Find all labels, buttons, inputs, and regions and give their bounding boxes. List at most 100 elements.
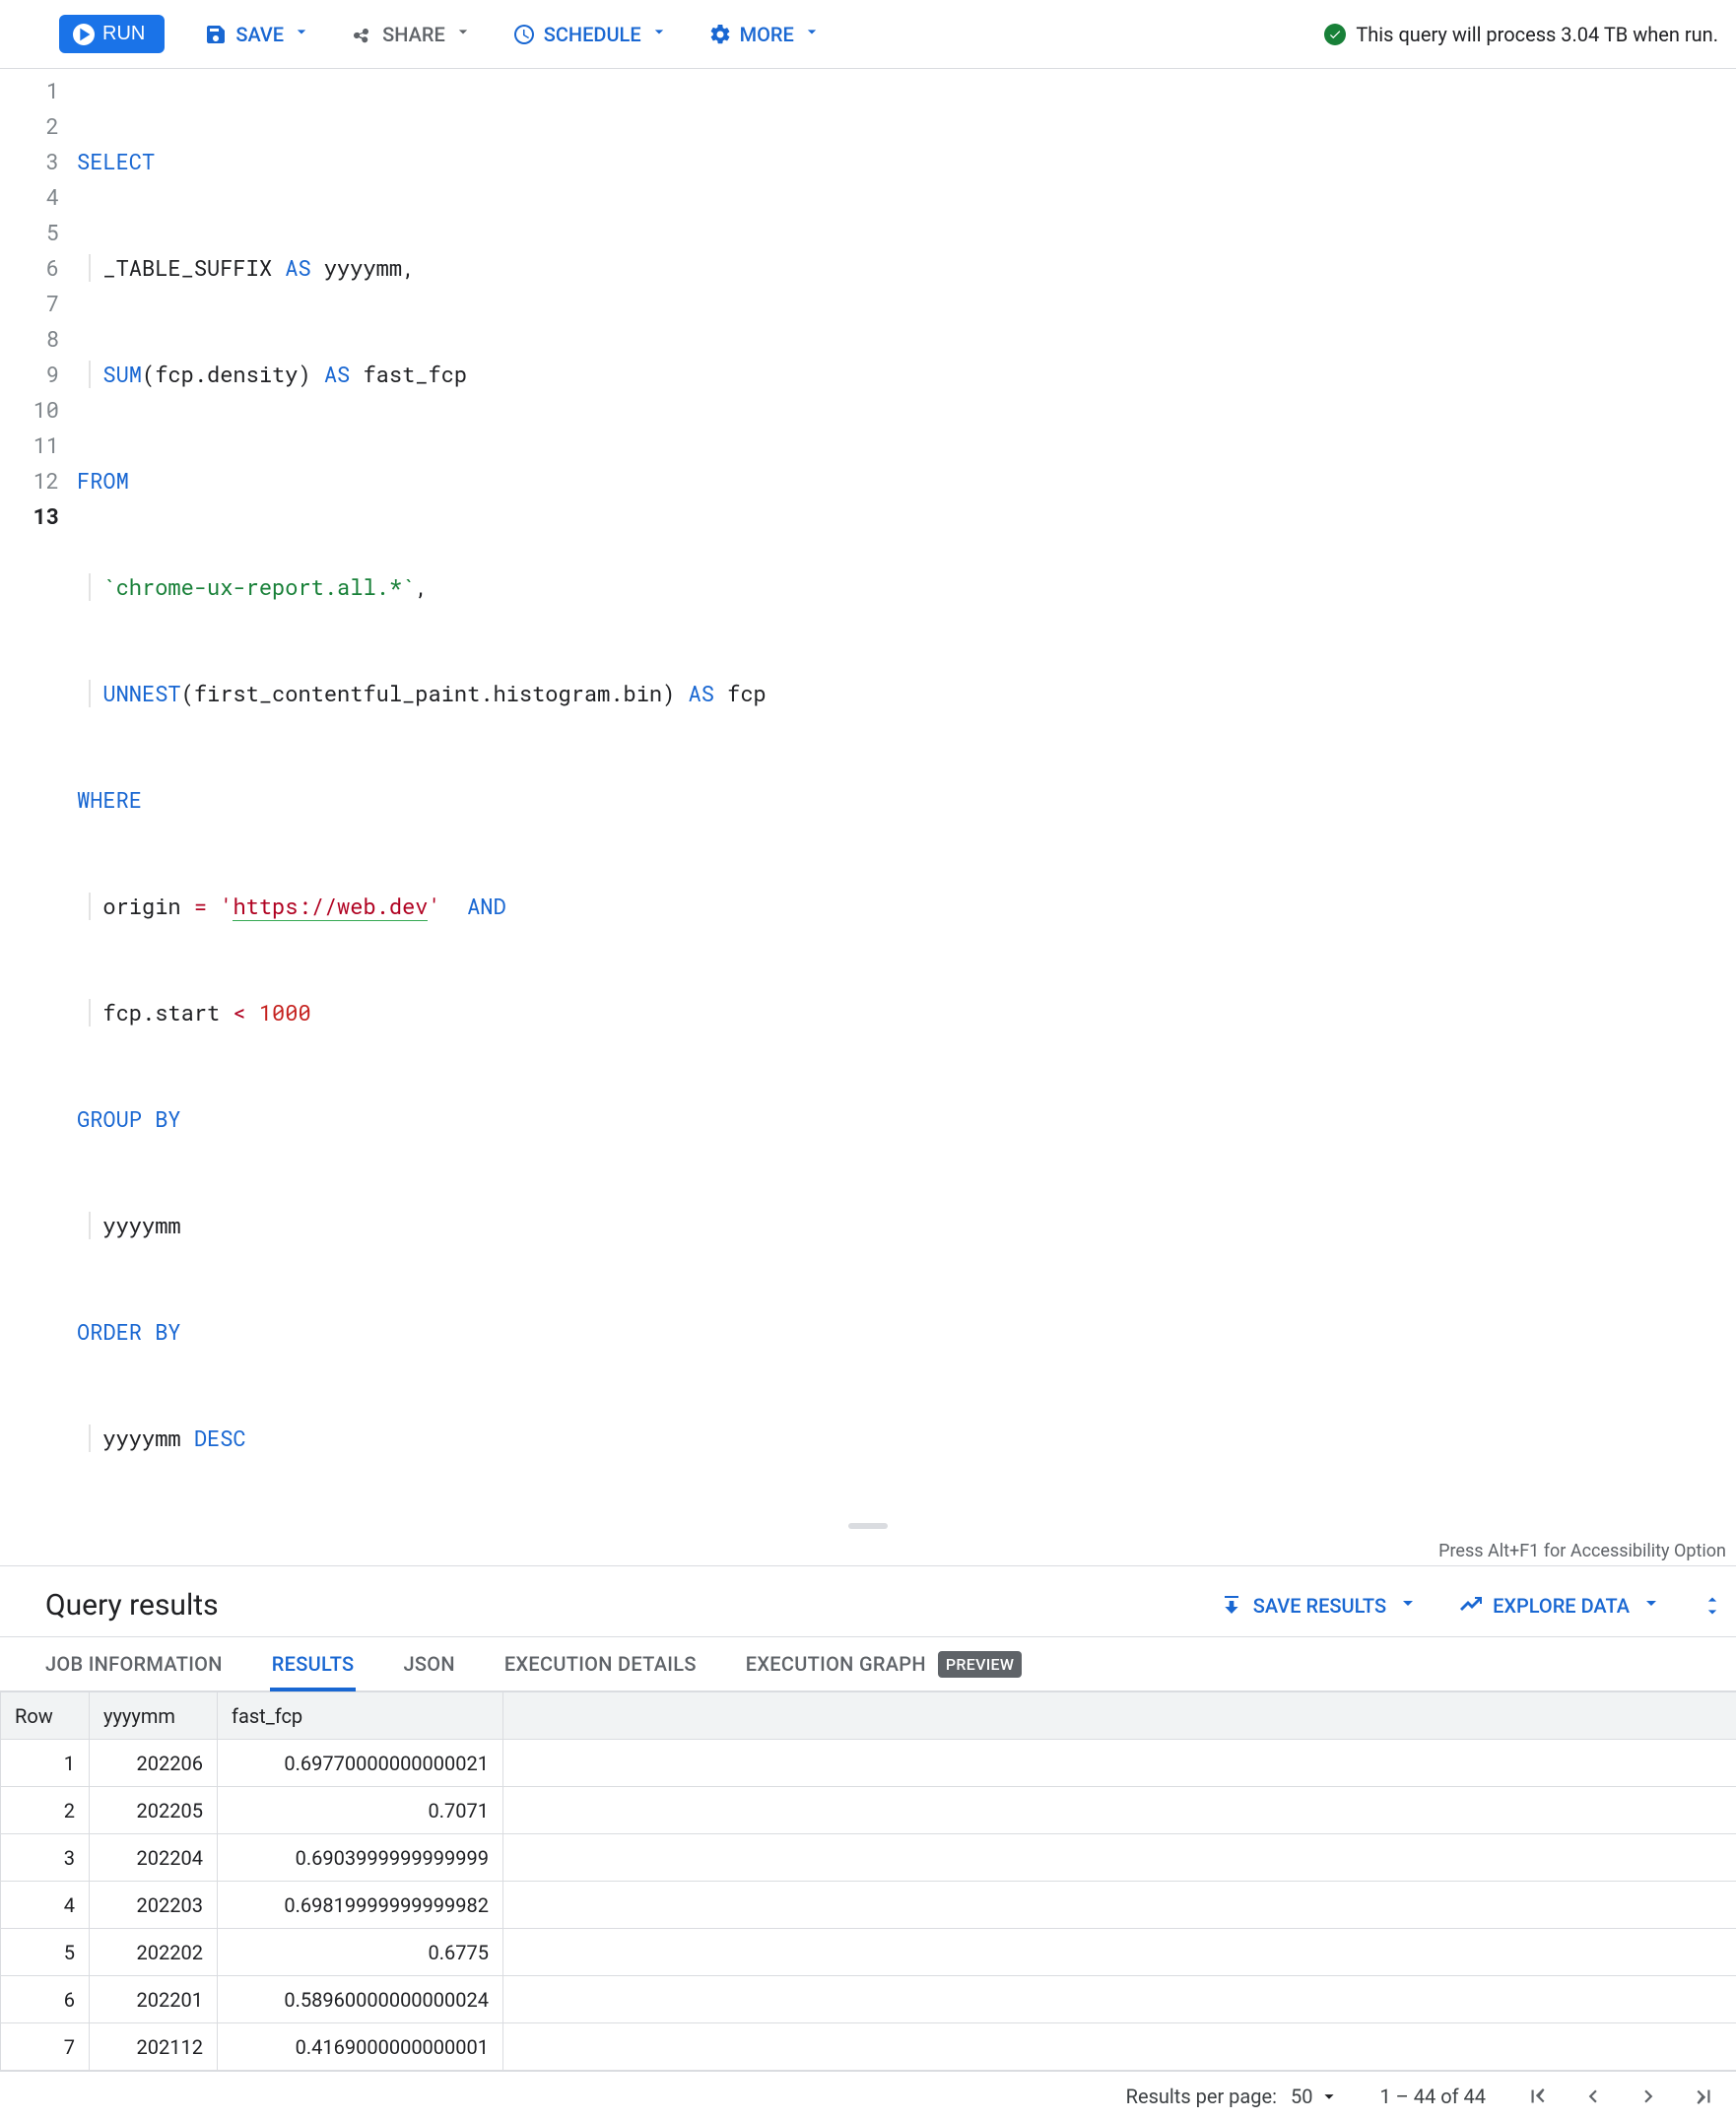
cell-empty (503, 1882, 1736, 1929)
results-actions: SAVE RESULTS EXPLORE DATA (1220, 1591, 1722, 1620)
table-row[interactable]: 62022010.58960000000000024 (1, 1976, 1736, 2023)
line-number: 6 (0, 250, 59, 286)
code-token: origin (102, 892, 193, 920)
sql-editor[interactable]: 12345678910111213 SELECT _TABLE_SUFFIX A… (0, 69, 1736, 1537)
schedule-button-label: SCHEDULE (544, 23, 641, 46)
next-page-icon[interactable] (1636, 2084, 1661, 2109)
tab-json[interactable]: JSON (403, 1637, 454, 1690)
column-header-yyyymm[interactable]: yyyymm (90, 1692, 218, 1740)
run-button[interactable]: RUN (59, 15, 165, 53)
share-button[interactable]: SHARE (351, 22, 473, 46)
prev-page-icon[interactable] (1580, 2084, 1606, 2109)
results-per-page-value: 50 (1291, 2085, 1312, 2108)
column-header-empty (503, 1692, 1736, 1740)
explore-data-label: EXPLORE DATA (1493, 1594, 1630, 1618)
code-token: yyyymm, (311, 253, 416, 282)
chevron-up-icon (1703, 1594, 1722, 1606)
code-token: _TABLE_SUFFIX (102, 253, 285, 282)
share-icon (351, 23, 374, 46)
line-number: 5 (0, 215, 59, 250)
save-button[interactable]: SAVE (204, 22, 311, 46)
clock-icon (512, 23, 536, 46)
cell-row-index: 2 (1, 1787, 90, 1834)
cell-empty (503, 1787, 1736, 1834)
table-row[interactable]: 22022050.7071 (1, 1787, 1736, 1834)
cell-yyyymm: 202112 (90, 2023, 218, 2071)
results-tabs: JOB INFORMATION RESULTS JSON EXECUTION D… (0, 1636, 1736, 1691)
line-number-gutter: 12345678910111213 (0, 73, 77, 1527)
code-token: yyyymm (102, 1424, 193, 1452)
cell-fastfcp: 0.58960000000000024 (218, 1976, 503, 2023)
tab-execution-graph[interactable]: EXECUTION GRAPH PREVIEW (746, 1637, 1023, 1690)
sql-code[interactable]: SELECT _TABLE_SUFFIX AS yyyymm, SUM(fcp.… (77, 73, 1736, 1527)
code-token: FROM (77, 466, 129, 495)
code-token: UNNEST (102, 679, 180, 707)
code-token: SELECT (77, 147, 155, 175)
cell-yyyymm: 202201 (90, 1976, 218, 2023)
line-number: 10 (0, 392, 59, 428)
code-token: AS (285, 253, 310, 282)
results-per-page-select[interactable]: 50 (1291, 2085, 1340, 2108)
results-range: 1 – 44 of 44 (1379, 2085, 1486, 2108)
save-icon (204, 23, 228, 46)
line-number: 2 (0, 108, 59, 144)
tab-results[interactable]: RESULTS (272, 1637, 355, 1690)
query-cost-text: This query will process 3.04 TB when run… (1356, 23, 1718, 46)
expand-collapse-button[interactable] (1703, 1594, 1722, 1618)
cell-row-index: 3 (1, 1834, 90, 1882)
cell-empty (503, 2023, 1736, 2071)
cell-fastfcp: 0.6903999999999999 (218, 1834, 503, 1882)
column-header-row[interactable]: Row (1, 1692, 90, 1740)
code-token: WHERE (77, 785, 142, 814)
line-number: 11 (0, 428, 59, 463)
code-token: ' (428, 892, 440, 920)
code-token: SUM (102, 360, 142, 388)
more-button-label: MORE (740, 23, 794, 46)
cell-empty (503, 1929, 1736, 1976)
save-results-button[interactable]: SAVE RESULTS (1220, 1591, 1420, 1620)
code-token: fcp.start (102, 998, 233, 1027)
code-token: GROUP BY (77, 1104, 181, 1133)
table-row[interactable]: 42022030.69819999999999982 (1, 1882, 1736, 1929)
line-number: 7 (0, 286, 59, 321)
table-row[interactable]: 52022020.6775 (1, 1929, 1736, 1976)
results-table: Row yyyymm fast_fcp 12022060.69770000000… (0, 1691, 1736, 2071)
column-header-fastfcp[interactable]: fast_fcp (218, 1692, 503, 1740)
line-number: 9 (0, 357, 59, 392)
tab-execution-graph-label: EXECUTION GRAPH (746, 1652, 926, 1676)
chevron-down-icon (1396, 1591, 1420, 1620)
table-row[interactable]: 32022040.6903999999999999 (1, 1834, 1736, 1882)
line-number: 1 (0, 73, 59, 108)
run-button-label: RUN (102, 23, 145, 45)
tab-execution-details[interactable]: EXECUTION DETAILS (504, 1637, 697, 1690)
table-row[interactable]: 12022060.69770000000000021 (1, 1740, 1736, 1787)
tab-job-information[interactable]: JOB INFORMATION (45, 1637, 223, 1690)
chevron-down-icon (1318, 2086, 1340, 2107)
line-number: 13 (0, 498, 59, 534)
code-token: fcp (714, 679, 767, 707)
more-button[interactable]: MORE (708, 22, 822, 46)
cell-empty (503, 1740, 1736, 1787)
results-title: Query results (45, 1588, 219, 1623)
code-token: `chrome-ux-report.all.*` (102, 572, 415, 601)
code-token: fast_fcp (350, 360, 467, 388)
code-token: (first_contentful_paint.histogram.bin) (181, 679, 689, 707)
gear-icon (708, 23, 732, 46)
results-header: Query results SAVE RESULTS EXPLORE DATA (0, 1566, 1736, 1636)
line-number: 12 (0, 463, 59, 498)
cell-yyyymm: 202205 (90, 1787, 218, 1834)
first-page-icon[interactable] (1525, 2084, 1551, 2109)
explore-data-button[interactable]: EXPLORE DATA (1459, 1591, 1663, 1620)
save-results-label: SAVE RESULTS (1253, 1594, 1386, 1618)
chevron-down-icon (453, 22, 473, 46)
download-icon (1220, 1594, 1243, 1618)
code-token: AS (689, 679, 714, 707)
cell-row-index: 4 (1, 1882, 90, 1929)
code-token: ORDER BY (77, 1317, 181, 1346)
code-token: DESC (194, 1424, 246, 1452)
code-token: AS (324, 360, 350, 388)
drag-handle[interactable] (848, 1523, 888, 1529)
last-page-icon[interactable] (1691, 2084, 1716, 2109)
table-row[interactable]: 72021120.4169000000000001 (1, 2023, 1736, 2071)
schedule-button[interactable]: SCHEDULE (512, 22, 669, 46)
